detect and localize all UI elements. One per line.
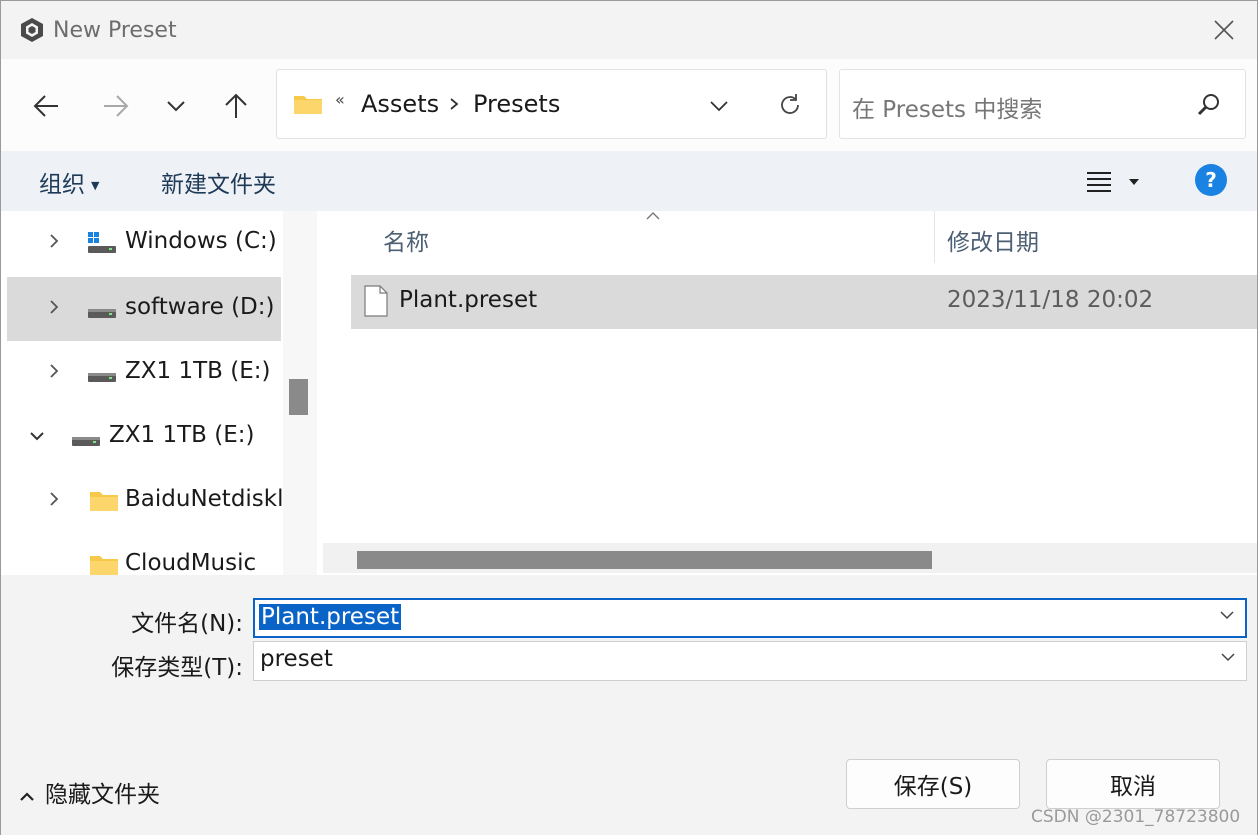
filename-value: Plant.preset [259, 604, 402, 630]
file-icon [364, 285, 388, 317]
tree-item-zx1-e-expanded[interactable]: ZX1 1TB (E:) [7, 405, 281, 469]
column-header-name[interactable]: 名称 [383, 223, 429, 257]
new-folder-button[interactable]: 新建文件夹 [161, 165, 276, 199]
tree-item-label: CloudMusic [125, 550, 257, 575]
organize-menu[interactable]: 组织 ▼ [39, 165, 99, 199]
back-button[interactable] [23, 83, 69, 129]
caret-down-icon [1129, 179, 1139, 185]
chevron-down-icon[interactable] [1220, 652, 1236, 662]
organize-label: 组织 [39, 172, 85, 198]
column-divider[interactable] [934, 211, 935, 263]
drive-icon [88, 309, 116, 318]
windows-drive-icon [88, 232, 116, 253]
arrow-right-icon [104, 95, 129, 117]
hide-folders-label: 隐藏文件夹 [45, 782, 160, 808]
help-button[interactable]: ? [1195, 164, 1227, 196]
tree-item-software-d[interactable]: software (D:) [7, 277, 281, 341]
recent-locations-button[interactable] [153, 83, 199, 129]
filetype-label: 保存类型(T): [111, 655, 243, 681]
tree-item-label: Windows (C:) [125, 228, 277, 254]
title-bar: New Preset [1, 1, 1257, 59]
save-button[interactable]: 保存(S) [846, 759, 1020, 809]
chevron-down-icon [167, 101, 185, 112]
chevron-right-icon [50, 364, 59, 378]
file-list-pane: 名称 修改日期 Plant.preset 2023/11/18 20:02 [317, 211, 1257, 575]
filetype-select[interactable]: preset [253, 641, 1247, 681]
tree-item-label: ZX1 1TB (E:) [125, 358, 271, 384]
caret-down-icon: ▼ [91, 179, 100, 192]
unity-logo-icon [21, 18, 43, 42]
arrow-left-icon [33, 95, 58, 117]
refresh-button[interactable] [775, 90, 805, 120]
command-bar: 组织 ▼ 新建文件夹 [1, 151, 1257, 211]
nav-scrollbar-thumb[interactable] [289, 379, 308, 415]
tree-item-zx1-e[interactable]: ZX1 1TB (E:) [7, 341, 281, 405]
chevron-up-icon [20, 792, 34, 801]
tree-item-windows-c[interactable]: Windows (C:) [7, 211, 281, 275]
chevron-down-icon [710, 101, 728, 112]
view-options-button[interactable] [1081, 165, 1147, 197]
filetype-value: preset [260, 646, 333, 672]
address-history-button[interactable] [705, 92, 733, 120]
watermark-text: CSDN @2301_78723800 [1031, 807, 1241, 827]
file-name: Plant.preset [399, 287, 538, 313]
filename-label: 文件名(N): [131, 611, 243, 637]
refresh-icon [781, 94, 799, 114]
chevron-right-icon [50, 234, 59, 248]
navigation-bar: « Assets Presets 在 Presets 中搜索 [1, 59, 1257, 151]
folder-icon [90, 492, 118, 511]
tree-item-label: software (D:) [125, 294, 275, 320]
chevron-right-icon [450, 98, 459, 110]
breadcrumb-overflow[interactable]: « [335, 90, 345, 109]
folder-icon [294, 96, 322, 114]
file-modified-date: 2023/11/18 20:02 [947, 287, 1154, 313]
hide-folders-button[interactable]: 隐藏文件夹 [19, 775, 160, 809]
folder-icon [90, 556, 118, 575]
tree-item-baidunetdisk[interactable]: BaiduNetdiskl [7, 469, 284, 533]
horizontal-scrollbar-thumb[interactable] [357, 551, 932, 569]
chevron-right-icon [50, 492, 59, 506]
tree-item-label: BaiduNetdiskl [125, 486, 284, 512]
drive-icon [72, 437, 100, 446]
window-title: New Preset [53, 18, 177, 43]
sort-ascending-icon [646, 212, 660, 220]
breadcrumb-presets[interactable]: Presets [473, 90, 560, 118]
arrow-up-icon [225, 93, 247, 118]
breadcrumb-assets[interactable]: Assets [361, 90, 439, 118]
close-icon [1214, 20, 1234, 40]
tree-item-label: ZX1 1TB (E:) [109, 422, 255, 448]
navigation-pane: Windows (C:) software (D:) ZX1 1TB (E:) … [1, 211, 317, 575]
filename-field[interactable]: Plant.preset [253, 598, 1247, 638]
close-button[interactable] [1199, 9, 1249, 51]
address-bar[interactable]: « Assets Presets [276, 69, 827, 139]
drive-icon [88, 373, 116, 382]
forward-button[interactable] [93, 83, 139, 129]
cancel-button[interactable]: 取消 [1046, 759, 1220, 809]
up-button[interactable] [213, 83, 259, 129]
search-icon[interactable] [1196, 92, 1222, 118]
list-view-icon [1087, 172, 1111, 192]
chevron-down-icon[interactable] [1219, 610, 1235, 620]
file-row[interactable]: Plant.preset 2023/11/18 20:02 [351, 275, 1257, 329]
save-dialog: New Preset « Assets Presets 在 Presets 中搜… [0, 0, 1258, 835]
tree-item-cloudmusic[interactable]: CloudMusic [7, 533, 281, 575]
search-input[interactable]: 在 Presets 中搜索 [852, 90, 1042, 124]
chevron-down-icon [30, 432, 44, 441]
search-box[interactable]: 在 Presets 中搜索 [839, 69, 1246, 139]
chevron-right-icon [50, 300, 59, 314]
column-header-modified[interactable]: 修改日期 [947, 223, 1039, 257]
